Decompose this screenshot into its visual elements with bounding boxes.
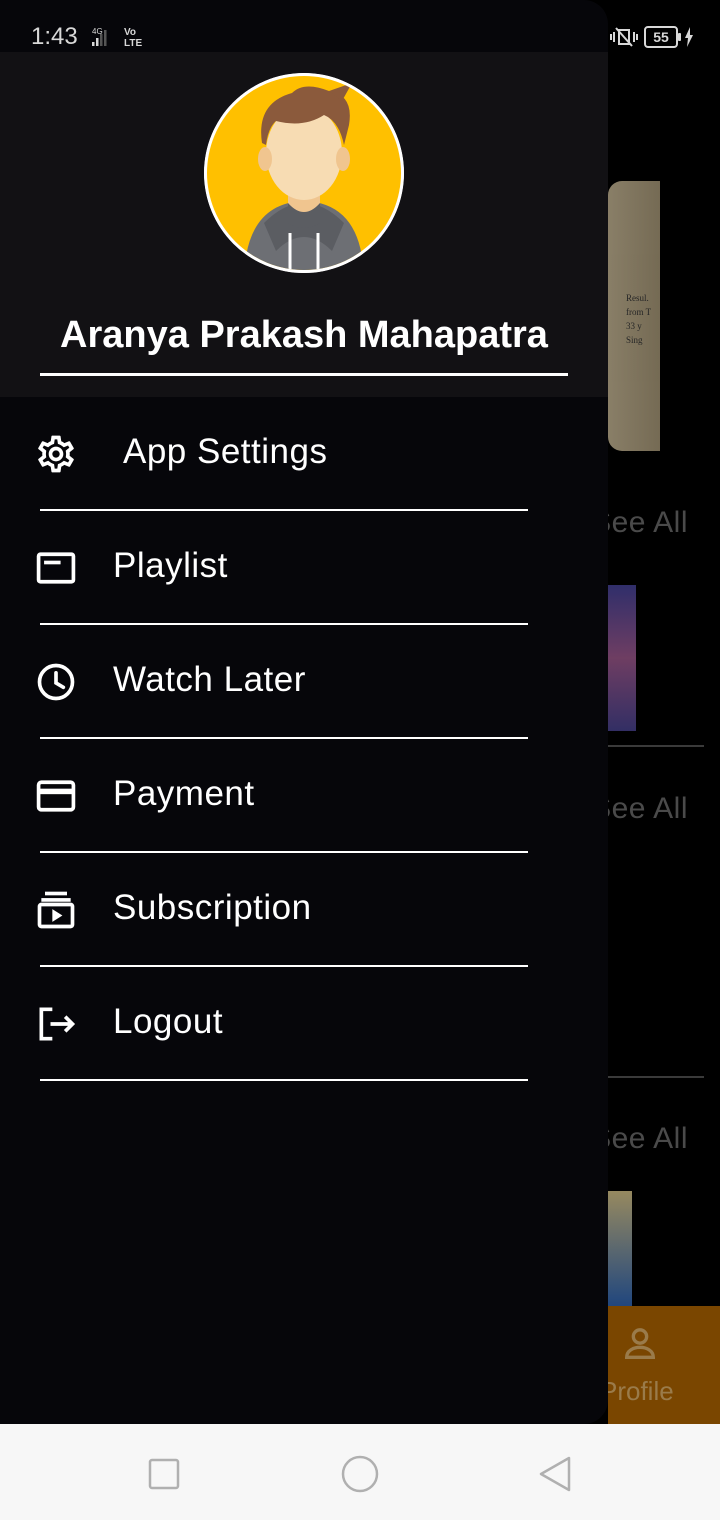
clock-icon xyxy=(37,663,75,701)
gear-icon xyxy=(38,435,74,473)
menu-item-subscription[interactable]: Subscription xyxy=(0,853,608,967)
avatar[interactable] xyxy=(204,73,404,273)
section-divider xyxy=(608,1076,704,1078)
see-all-link[interactable]: See All xyxy=(608,1122,720,1162)
svg-text:LTE: LTE xyxy=(124,38,142,48)
status-bar: 1:43 4G Vo LTE 55 xyxy=(0,0,720,52)
bottom-nav-profile-tab[interactable]: Profile xyxy=(600,1306,720,1424)
see-all-link[interactable]: See All xyxy=(608,506,720,546)
person-icon xyxy=(624,1328,656,1359)
status-time: 1:43 xyxy=(31,23,78,50)
status-icons: 55 xyxy=(610,25,694,49)
charging-icon xyxy=(685,27,693,47)
credit-card-icon xyxy=(36,780,76,812)
logout-icon xyxy=(39,1007,76,1041)
menu-label-subscription: Subscription xyxy=(113,888,312,927)
subscriptions-icon xyxy=(37,891,75,929)
person-avatar-icon xyxy=(204,73,404,273)
background-thumbnail[interactable] xyxy=(608,585,636,731)
user-name: Aranya Prakash Mahapatra xyxy=(60,314,548,356)
menu-item-logout[interactable]: Logout xyxy=(0,967,608,1081)
menu-divider xyxy=(40,1079,528,1081)
background-thumbnail[interactable]: Resul. from T 33 y Sing xyxy=(608,181,660,451)
signal-icon: 4G Vo LTE xyxy=(92,27,142,48)
see-all-link[interactable]: See All xyxy=(608,792,720,832)
menu-item-app-settings[interactable]: App Settings xyxy=(0,397,608,511)
menu-label-playlist: Playlist xyxy=(113,546,228,585)
battery-level: 55 xyxy=(644,26,681,48)
menu-item-watch-later[interactable]: Watch Later xyxy=(0,625,608,739)
profile-tab-label: Profile xyxy=(600,1376,674,1406)
svg-text:Vo: Vo xyxy=(124,27,136,38)
back-button[interactable] xyxy=(536,1454,576,1494)
menu-label-payment: Payment xyxy=(113,774,255,813)
vibrate-off-icon xyxy=(610,27,638,47)
menu-label-watch-later: Watch Later xyxy=(113,660,306,699)
menu-item-payment[interactable]: Payment xyxy=(0,739,608,853)
menu-label-app-settings: App Settings xyxy=(123,432,328,471)
background-thumbnail[interactable] xyxy=(608,1191,632,1306)
home-button[interactable] xyxy=(340,1454,380,1494)
menu-item-playlist[interactable]: Playlist xyxy=(0,511,608,625)
playlist-icon xyxy=(36,552,76,584)
name-underline xyxy=(40,373,568,376)
recent-apps-button[interactable] xyxy=(144,1454,184,1494)
system-nav-bar xyxy=(0,1424,720,1520)
menu-label-logout: Logout xyxy=(113,1002,224,1041)
navigation-drawer: Aranya Prakash Mahapatra App Settings Pl… xyxy=(0,0,608,1424)
section-divider xyxy=(608,745,704,747)
